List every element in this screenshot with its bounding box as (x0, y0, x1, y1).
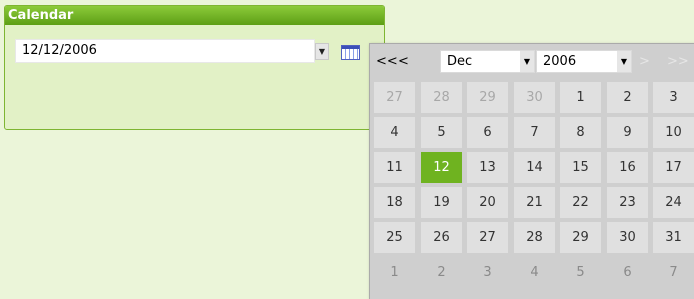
calendar-day[interactable]: 9 (607, 117, 648, 148)
calendar-day[interactable]: 17 (653, 152, 694, 183)
calendar-day[interactable]: 20 (467, 187, 508, 218)
calendar-panel: Calendar (4, 5, 385, 130)
calendar-day[interactable]: 13 (467, 152, 508, 183)
prev-year-button[interactable]: << (376, 54, 398, 69)
calendar-nav: << < Dec ▼ 2006 ▼ > >> (370, 44, 694, 81)
calendar-day[interactable]: 14 (514, 152, 555, 183)
chevron-down-icon[interactable]: ▼ (315, 43, 329, 60)
next-year-button[interactable]: >> (667, 54, 689, 69)
calendar-day[interactable]: 31 (653, 222, 694, 253)
calendar-day[interactable]: 29 (560, 222, 601, 253)
calendar-day[interactable]: 5 (421, 117, 462, 148)
calendar-day[interactable]: 7 (514, 117, 555, 148)
calendar-day[interactable]: 15 (560, 152, 601, 183)
calendar-day[interactable]: 21 (514, 187, 555, 218)
calendar-day[interactable]: 3 (653, 82, 694, 113)
calendar-day[interactable]: 30 (514, 82, 555, 113)
calendar-day[interactable]: 26 (421, 222, 462, 253)
calendar-day[interactable]: 19 (421, 187, 462, 218)
calendar-day[interactable]: 11 (374, 152, 415, 183)
next-month-button[interactable]: > (639, 54, 650, 69)
date-input[interactable]: 12/12/2006 (15, 39, 315, 63)
calendar-day[interactable]: 29 (467, 82, 508, 113)
calendar-day[interactable]: 28 (514, 222, 555, 253)
calendar-day[interactable]: 16 (607, 152, 648, 183)
calendar-day[interactable]: 1 (374, 257, 415, 288)
calendar-day[interactable]: 2 (607, 82, 648, 113)
chevron-down-icon: ▼ (617, 51, 631, 72)
calendar-day[interactable]: 12 (421, 152, 462, 183)
chevron-down-icon: ▼ (520, 51, 534, 72)
calendar-day[interactable]: 6 (607, 257, 648, 288)
calendar-day[interactable]: 23 (607, 187, 648, 218)
calendar-day[interactable]: 6 (467, 117, 508, 148)
calendar-day[interactable]: 4 (514, 257, 555, 288)
calendar-day[interactable]: 10 (653, 117, 694, 148)
calendar-day[interactable]: 27 (374, 82, 415, 113)
year-select[interactable]: 2006 ▼ (536, 50, 632, 73)
calendar-day[interactable]: 5 (560, 257, 601, 288)
prev-month-button[interactable]: < (398, 54, 409, 69)
panel-title: Calendar (5, 6, 384, 25)
calendar-icon[interactable] (341, 45, 360, 60)
calendar-day[interactable]: 7 (653, 257, 694, 288)
calendar-day[interactable]: 2 (421, 257, 462, 288)
month-select[interactable]: Dec ▼ (440, 50, 535, 73)
calendar-day[interactable]: 8 (560, 117, 601, 148)
year-select-value: 2006 (543, 54, 577, 69)
calendar-popup: << < Dec ▼ 2006 ▼ > >> 27 28 29 30 1 2 3 4 5 6 7 8 9… (369, 43, 694, 299)
calendar-day[interactable]: 28 (421, 82, 462, 113)
calendar-day[interactable]: 22 (560, 187, 601, 218)
calendar-day[interactable]: 18 (374, 187, 415, 218)
month-select-value: Dec (447, 54, 473, 69)
calendar-day[interactable]: 1 (560, 82, 601, 113)
calendar-day[interactable]: 3 (467, 257, 508, 288)
calendar-day[interactable]: 4 (374, 117, 415, 148)
calendar-day[interactable]: 24 (653, 187, 694, 218)
calendar-day[interactable]: 25 (374, 222, 415, 253)
calendar-day[interactable]: 30 (607, 222, 648, 253)
calendar-day[interactable]: 27 (467, 222, 508, 253)
